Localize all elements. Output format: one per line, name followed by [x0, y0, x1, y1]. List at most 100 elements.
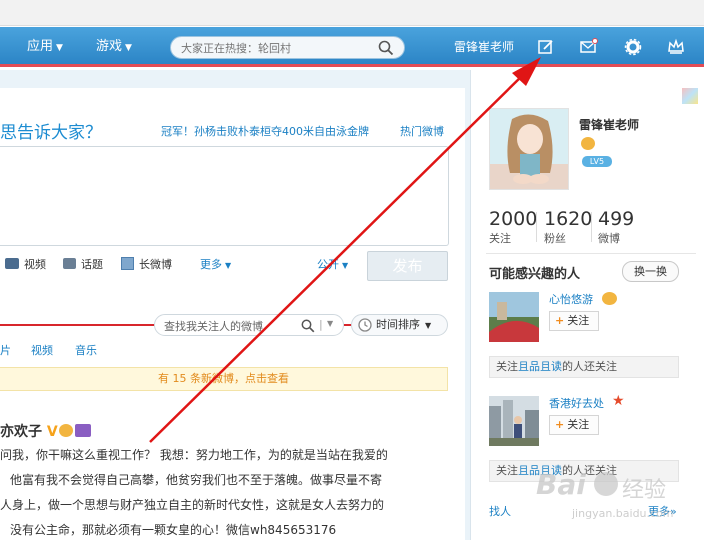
hot-weibo-link[interactable]: 热门微博: [400, 123, 444, 139]
sort-label: 时间排序: [376, 318, 420, 331]
new-posts-notice[interactable]: 有 15 条新微博，点击查看: [0, 367, 448, 391]
profile-name[interactable]: 雷锋崔老师: [579, 116, 639, 133]
post-line: 没有公主命，那就必须有一颗女皇的心！微信wh845653176: [10, 523, 337, 537]
filter-tab-music[interactable]: 音乐: [75, 342, 97, 358]
also-prefix: 关注: [496, 464, 518, 477]
photo-thumbnail-icon: [489, 292, 539, 342]
feed-search[interactable]: 查找我关注人的微博 | ▼: [154, 314, 344, 336]
stat-fans[interactable]: 1620 粉丝: [544, 208, 596, 246]
stat-following-label: 关注: [489, 232, 511, 245]
rec-avatar-1[interactable]: [489, 292, 539, 342]
watermark-brand2: 经验: [622, 478, 667, 503]
rec-name-2[interactable]: 香港好去处: [549, 395, 604, 411]
nav-apps-label: 应用: [27, 39, 54, 54]
topic-icon: [63, 258, 76, 269]
feed-search-placeholder: 查找我关注人的微博: [164, 320, 263, 333]
feed-divider: [0, 324, 155, 326]
post-author-name[interactable]: 亦欢子: [0, 424, 42, 440]
also-user-link[interactable]: 且品且读: [518, 360, 562, 373]
recommend-title: 可能感兴趣的人: [489, 267, 581, 282]
watermark-url: jingyan.baidu.com: [572, 507, 674, 520]
medal-icon: [602, 292, 617, 305]
vip-icon: [74, 424, 91, 437]
stat-weibo[interactable]: 499 微博: [598, 208, 650, 246]
filter-tab-video[interactable]: 视频: [31, 342, 53, 358]
also-follow-1: 关注且品且读的人还关注: [489, 356, 679, 378]
sort-button[interactable]: 时间排序 ▼: [351, 314, 448, 336]
stat-fans-label: 粉丝: [544, 232, 566, 245]
publish-button[interactable]: 发布: [367, 251, 448, 281]
stat-divider: [536, 212, 537, 242]
stat-following[interactable]: 2000 关注: [489, 208, 541, 246]
caret-down-icon: ▼: [225, 261, 232, 270]
tool-topic-label: 话题: [81, 258, 103, 271]
find-people-link[interactable]: 找人: [489, 503, 511, 519]
top-navbar: 应用▼ 游戏▼ 雷锋崔老师: [0, 27, 704, 67]
gear-icon[interactable]: [624, 38, 642, 56]
video-icon: [5, 258, 19, 269]
tool-long-weibo-label: 长微博: [139, 258, 172, 271]
filter-tab-pictures[interactable]: 片: [0, 342, 11, 358]
swap-button[interactable]: 换一换: [622, 261, 679, 282]
stat-following-num: 2000: [489, 208, 538, 230]
watermark-brand: Bai: [536, 468, 586, 501]
medal-icon: [581, 137, 595, 150]
star-badge-icon: ★: [612, 393, 625, 409]
post-line: 他富有我不会觉得自己高攀，他贫穷我们也不至于落魄。做事尽量不寄: [10, 473, 383, 487]
tool-video[interactable]: 视频: [5, 257, 46, 273]
caret-down-icon: ▼: [425, 321, 432, 330]
photo-thumbnail-icon: [489, 396, 539, 446]
level-badge: LV5: [582, 156, 612, 167]
paw-icon: [594, 472, 618, 496]
long-weibo-icon: [121, 257, 134, 270]
post-author: 亦欢子 V: [0, 421, 91, 441]
caret-down-icon: ▼: [342, 261, 349, 270]
post-line: 人身上，做一个思想与财产独立自主的新时代女性，这就是女人去努力的: [0, 498, 385, 512]
follow-label: 关注: [567, 418, 590, 431]
nav-user-name[interactable]: 雷锋崔老师: [454, 27, 514, 67]
crown-icon[interactable]: [667, 38, 685, 56]
chevron-down-icon[interactable]: ▼: [327, 319, 333, 328]
nav-games[interactable]: 游戏 ▼: [96, 27, 132, 67]
tool-topic[interactable]: 话题: [63, 257, 103, 273]
stat-fans-num: 1620: [544, 208, 593, 230]
also-prefix: 关注: [496, 360, 518, 373]
rec-name-1[interactable]: 心怡悠游: [549, 291, 593, 307]
compose-textarea[interactable]: [0, 146, 449, 246]
plus-icon: +: [555, 418, 565, 431]
visibility-label: 公开: [317, 258, 339, 271]
rec-avatar-2[interactable]: [489, 396, 539, 446]
medal-icon: [58, 424, 73, 437]
profile-avatar[interactable]: [489, 108, 569, 190]
caret-down-icon: ▼: [56, 43, 63, 53]
visibility-select[interactable]: 公开 ▼: [317, 257, 348, 273]
follow-button-2[interactable]: + 关注: [549, 415, 599, 435]
compose-icon[interactable]: [537, 38, 555, 56]
nav-games-label: 游戏: [96, 39, 123, 54]
tool-long-weibo[interactable]: 长微博: [121, 257, 172, 273]
search-icon[interactable]: [301, 319, 315, 333]
baidu-jingyan-watermark: Bai 经验 jingyan.baidu.com: [536, 466, 696, 530]
stat-weibo-label: 微博: [598, 232, 620, 245]
plus-icon: +: [555, 314, 565, 327]
follow-button-1[interactable]: + 关注: [549, 311, 599, 331]
search-icon[interactable]: [378, 40, 394, 56]
search-divider-icon: |: [319, 318, 323, 331]
caret-down-icon: ▼: [125, 43, 132, 53]
hot-topic-link[interactable]: 冠军！孙杨击败朴泰桓夺400米自由泳金牌: [161, 123, 369, 139]
tool-more[interactable]: 更多 ▼: [200, 257, 231, 273]
message-icon[interactable]: [580, 38, 598, 56]
skin-corner-icon[interactable]: [682, 88, 698, 104]
stat-divider: [591, 212, 592, 242]
global-search-input[interactable]: [181, 40, 371, 56]
stat-weibo-num: 499: [598, 208, 635, 230]
global-search: [170, 36, 405, 59]
sidebar-divider: [486, 253, 696, 254]
post-content: 问我，你干嘛这么重视工作？ 我想：努力地工作，为的就是当站在我爱的 他富有我不会…: [0, 443, 460, 540]
tool-more-label: 更多: [200, 258, 222, 271]
verified-v-icon: V: [46, 424, 58, 440]
publisher-prompt: 思告诉大家？: [0, 123, 102, 143]
anime-girl-avatar-icon: [490, 109, 568, 189]
nav-apps[interactable]: 应用 ▼: [27, 27, 63, 67]
follow-label: 关注: [567, 314, 590, 327]
